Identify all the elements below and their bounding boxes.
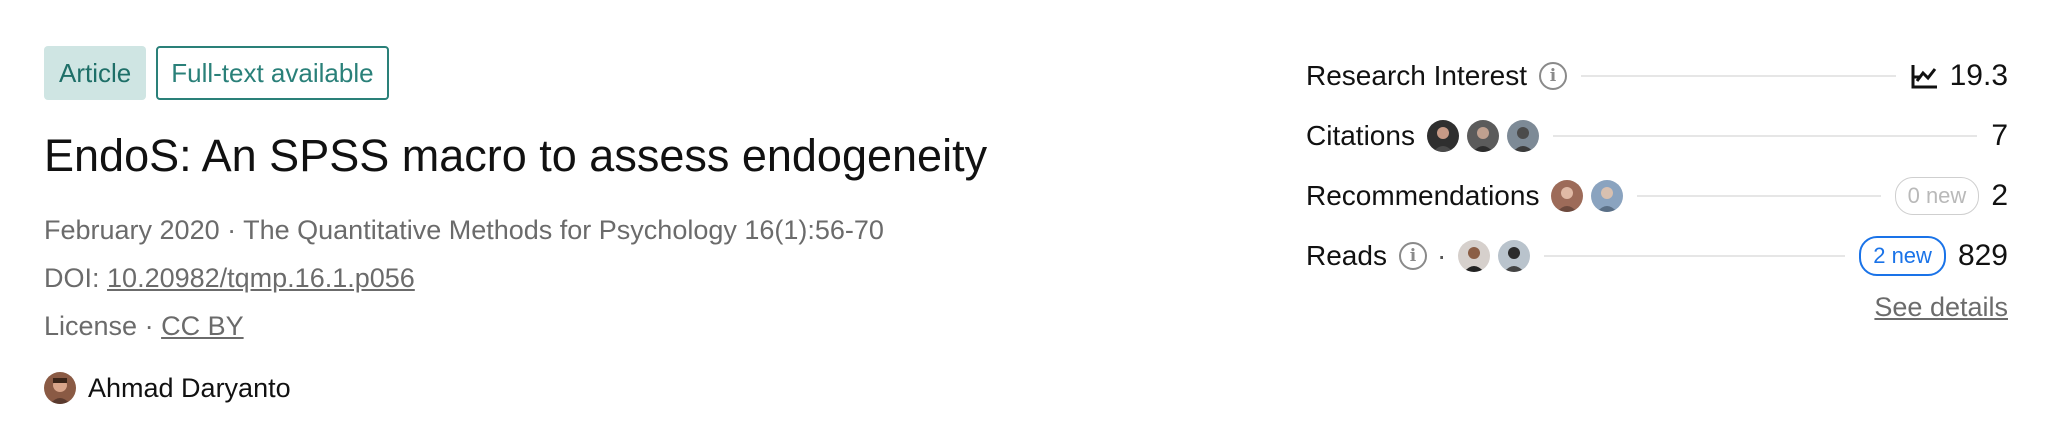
- citation-avatars: [1426, 120, 1539, 152]
- publication-title: EndoS: An SPSS macro to assess endogenei…: [44, 130, 988, 181]
- info-icon[interactable]: i: [1539, 62, 1567, 90]
- doi-label: DOI:: [44, 262, 100, 293]
- license-link[interactable]: CC BY: [161, 312, 244, 340]
- publication-meta: February 2020 · The Quantitative Methods…: [44, 206, 1244, 350]
- see-details-link[interactable]: See details: [1874, 292, 2008, 323]
- recommendations-label: Recommendations: [1306, 180, 1540, 211]
- avatar[interactable]: [1458, 240, 1491, 272]
- date-journal: February 2020 · The Quantitative Methods…: [44, 214, 884, 245]
- info-icon[interactable]: i: [1398, 242, 1427, 270]
- stat-citations[interactable]: Citations 7: [1306, 106, 2008, 166]
- stat-reads[interactable]: Reads i · 2 new 829: [1306, 226, 2008, 286]
- reads-label: Reads: [1306, 240, 1387, 271]
- avatar[interactable]: [1498, 240, 1531, 272]
- fulltext-badge[interactable]: Full-text available: [156, 46, 389, 100]
- avatar[interactable]: [1466, 120, 1499, 152]
- license-label: License ·: [44, 310, 154, 341]
- avatar[interactable]: [1506, 120, 1539, 152]
- publication-header: Article Full-text available EndoS: An SP…: [44, 46, 1244, 404]
- citations-label: Citations: [1306, 120, 1415, 151]
- divider-line: [1552, 135, 1978, 137]
- citations-value: 7: [1991, 119, 2008, 152]
- research-interest-label: Research Interest: [1306, 60, 1527, 91]
- reads-value: 829: [1957, 239, 2008, 272]
- license-row: License · CC BY: [44, 302, 1244, 350]
- recommendations-value: 2: [1991, 179, 2008, 212]
- author-row[interactable]: Ahmad Daryanto: [44, 372, 1244, 404]
- doi-link[interactable]: 10.20982/tqmp.16.1.p056: [107, 264, 415, 292]
- stat-research-interest: Research Interest i 19.3: [1306, 46, 2008, 106]
- stat-recommendations[interactable]: Recommendations 0 new 2: [1306, 166, 2008, 226]
- author-name[interactable]: Ahmad Daryanto: [88, 373, 291, 404]
- new-reads-pill: 2 new: [1859, 236, 1946, 276]
- avatar[interactable]: [1426, 120, 1459, 152]
- doi-row: DOI: 10.20982/tqmp.16.1.p056: [44, 254, 1244, 302]
- avatar[interactable]: [1551, 180, 1584, 212]
- research-interest-value: 19.3: [1949, 59, 2008, 92]
- divider-line: [1544, 255, 1846, 257]
- research-interest-icon: [1911, 65, 1937, 89]
- separator-dot: ·: [1436, 240, 1447, 271]
- stats-panel: Research Interest i 19.3 Citations 7 Rec…: [1306, 46, 2008, 322]
- divider-line: [1637, 195, 1881, 197]
- reader-avatars: [1458, 240, 1531, 272]
- article-type-badge: Article: [44, 46, 147, 100]
- author-avatar[interactable]: [44, 372, 76, 404]
- avatar[interactable]: [1591, 180, 1624, 212]
- divider-line: [1581, 75, 1896, 77]
- recommendation-avatars: [1551, 180, 1624, 212]
- new-recommendations-pill: 0 new: [1894, 177, 1980, 215]
- badge-row: Article Full-text available: [44, 46, 1244, 100]
